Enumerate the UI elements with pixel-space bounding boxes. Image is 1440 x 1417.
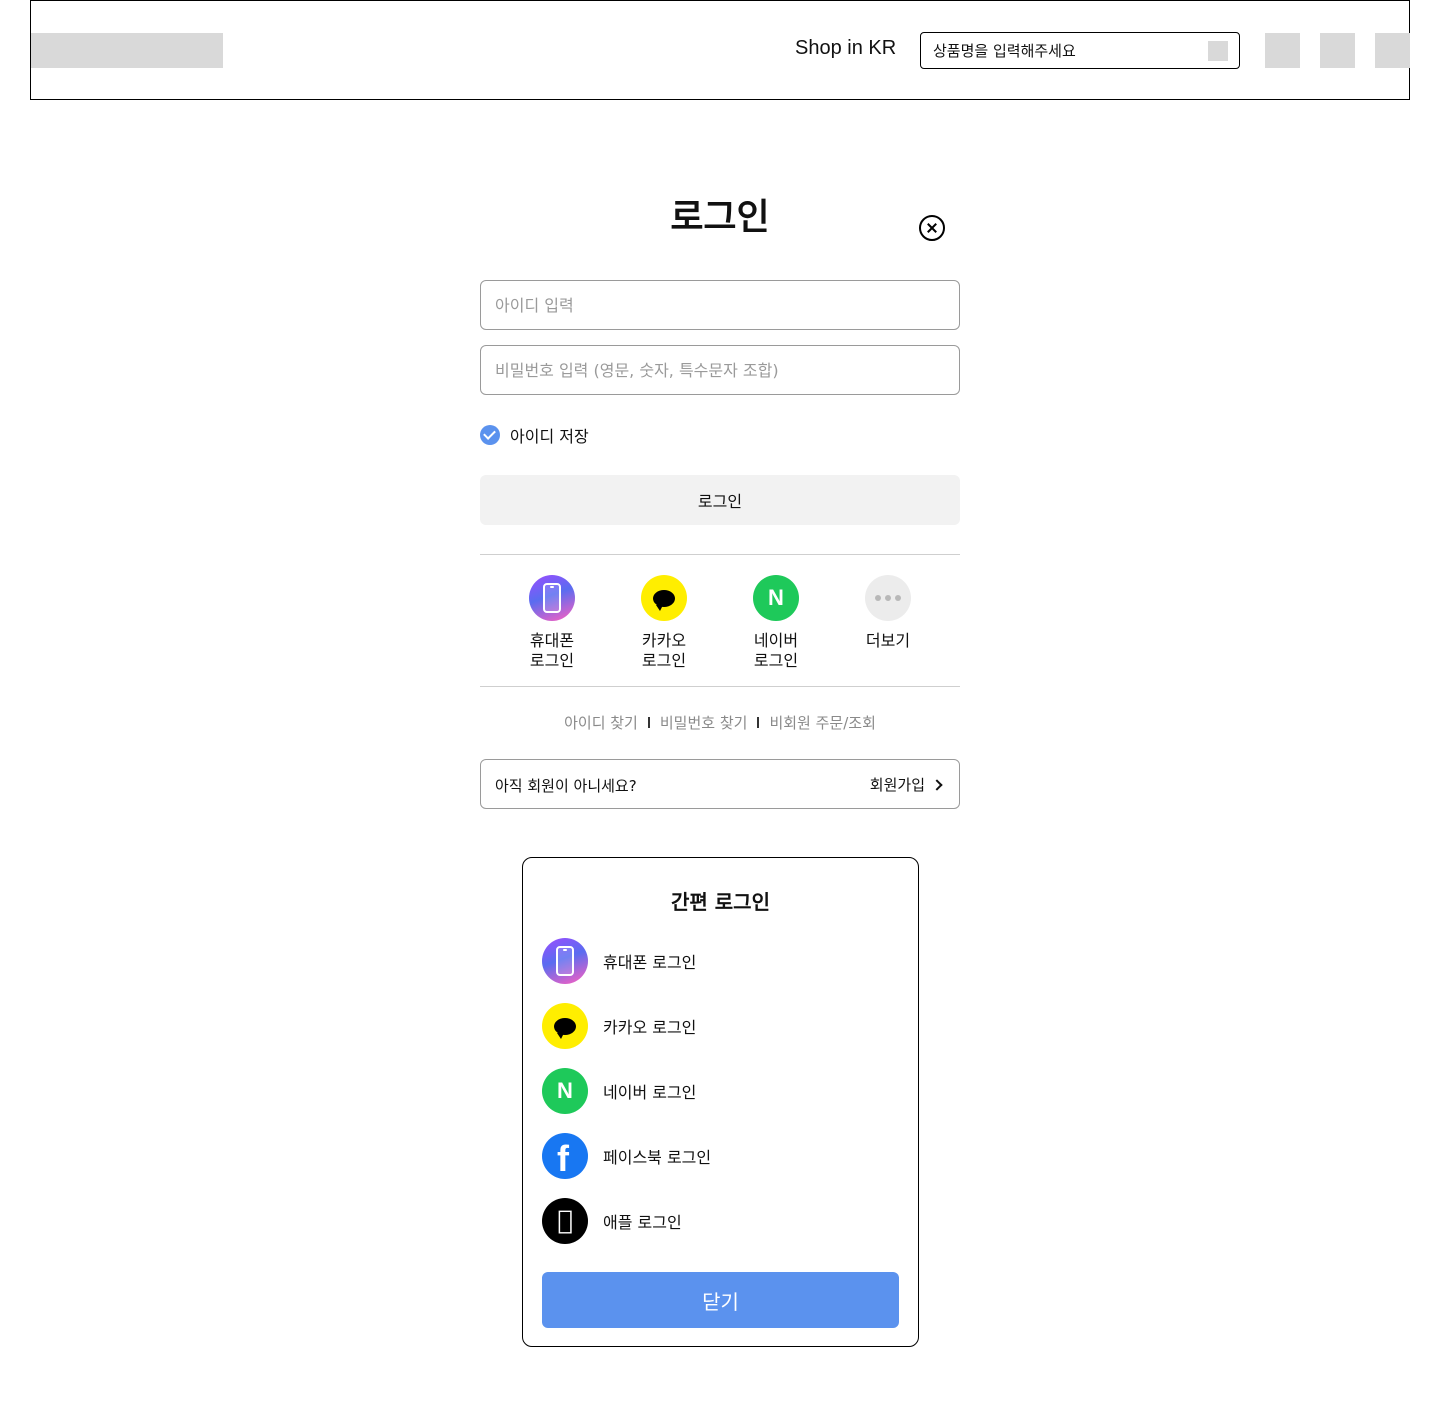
- close-button[interactable]: 닫기: [542, 1272, 899, 1328]
- kakao-icon[interactable]: [542, 1003, 588, 1049]
- sns-more[interactable]: 더보기: [848, 575, 928, 651]
- sns-label: 더보기: [865, 631, 911, 650]
- naver-icon[interactable]: N: [753, 575, 799, 621]
- join-link-label[interactable]: 회원가입: [870, 774, 925, 795]
- find-id-link[interactable]: 아이디 찾기: [564, 714, 638, 732]
- simple-login-popup: 간편 로그인 휴대폰 로그인 카카오 로그인 N 네이버 로그인 f 페이스북 …: [522, 857, 919, 1347]
- facebook-icon[interactable]: f: [542, 1133, 588, 1179]
- popup-item-label[interactable]: 휴대폰 로그인: [603, 949, 696, 973]
- kakao-icon[interactable]: [641, 575, 687, 621]
- more-icon[interactable]: [865, 575, 911, 621]
- search-box: [920, 32, 1240, 69]
- header-icon-placeholder-1[interactable]: [1265, 33, 1300, 68]
- account-links: 아이디 찾기 비밀번호 찾기 비회원 주문/조회: [0, 712, 1440, 733]
- chevron-right-icon: [931, 778, 943, 791]
- sns-kakao-login[interactable]: 카카오 로그인: [624, 575, 704, 671]
- remember-id-label: 아이디 저장: [510, 427, 589, 446]
- popup-item-label[interactable]: 페이스북 로그인: [603, 1144, 711, 1168]
- id-input[interactable]: [480, 280, 960, 330]
- apple-icon[interactable]: : [542, 1198, 588, 1244]
- password-input[interactable]: [480, 345, 960, 395]
- sns-label: 휴대폰 로그인: [529, 631, 575, 670]
- search-button[interactable]: [1208, 41, 1228, 61]
- popup-facebook-login[interactable]: f 페이스북 로그인: [542, 1133, 711, 1179]
- popup-item-label[interactable]: 카카오 로그인: [603, 1014, 696, 1038]
- sns-label: 네이버 로그인: [753, 631, 799, 670]
- close-icon[interactable]: [919, 215, 945, 241]
- page-title: 로그인: [670, 197, 770, 238]
- join-link[interactable]: 회원가입: [870, 774, 943, 795]
- naver-icon[interactable]: N: [542, 1068, 588, 1114]
- popup-apple-login[interactable]:  애플 로그인: [542, 1198, 682, 1244]
- popup-item-label[interactable]: 애플 로그인: [603, 1209, 682, 1233]
- site-header: Shop in KR: [30, 0, 1410, 100]
- join-question: 아직 회원이 아니세요?: [495, 777, 637, 795]
- divider: [480, 686, 960, 687]
- guest-order-link[interactable]: 비회원 주문/조회: [769, 714, 875, 732]
- checkbox-checked-icon[interactable]: [480, 425, 500, 445]
- remember-id-checkbox[interactable]: 아이디 저장: [480, 424, 589, 446]
- popup-title: 간편 로그인: [671, 890, 770, 914]
- logo-placeholder[interactable]: [31, 33, 223, 68]
- header-icon-placeholder-3[interactable]: [1375, 33, 1410, 68]
- sns-label: 카카오 로그인: [641, 631, 687, 670]
- popup-naver-login[interactable]: N 네이버 로그인: [542, 1068, 696, 1114]
- divider: [480, 554, 960, 555]
- phone-icon[interactable]: [529, 575, 575, 621]
- popup-phone-login[interactable]: 휴대폰 로그인: [542, 938, 696, 984]
- shop-region-label[interactable]: Shop in KR: [795, 37, 896, 60]
- search-input[interactable]: [921, 33, 1201, 68]
- phone-icon[interactable]: [542, 938, 588, 984]
- link-separator: [757, 717, 760, 728]
- sns-phone-login[interactable]: 휴대폰 로그인: [512, 575, 592, 671]
- sns-naver-login[interactable]: N 네이버 로그인: [736, 575, 816, 671]
- popup-kakao-login[interactable]: 카카오 로그인: [542, 1003, 696, 1049]
- header-icon-placeholder-2[interactable]: [1320, 33, 1355, 68]
- join-banner[interactable]: 아직 회원이 아니세요? 회원가입: [480, 759, 960, 809]
- login-button[interactable]: 로그인: [480, 475, 960, 525]
- link-separator: [647, 717, 650, 728]
- find-password-link[interactable]: 비밀번호 찾기: [660, 714, 748, 732]
- popup-item-label[interactable]: 네이버 로그인: [603, 1079, 696, 1103]
